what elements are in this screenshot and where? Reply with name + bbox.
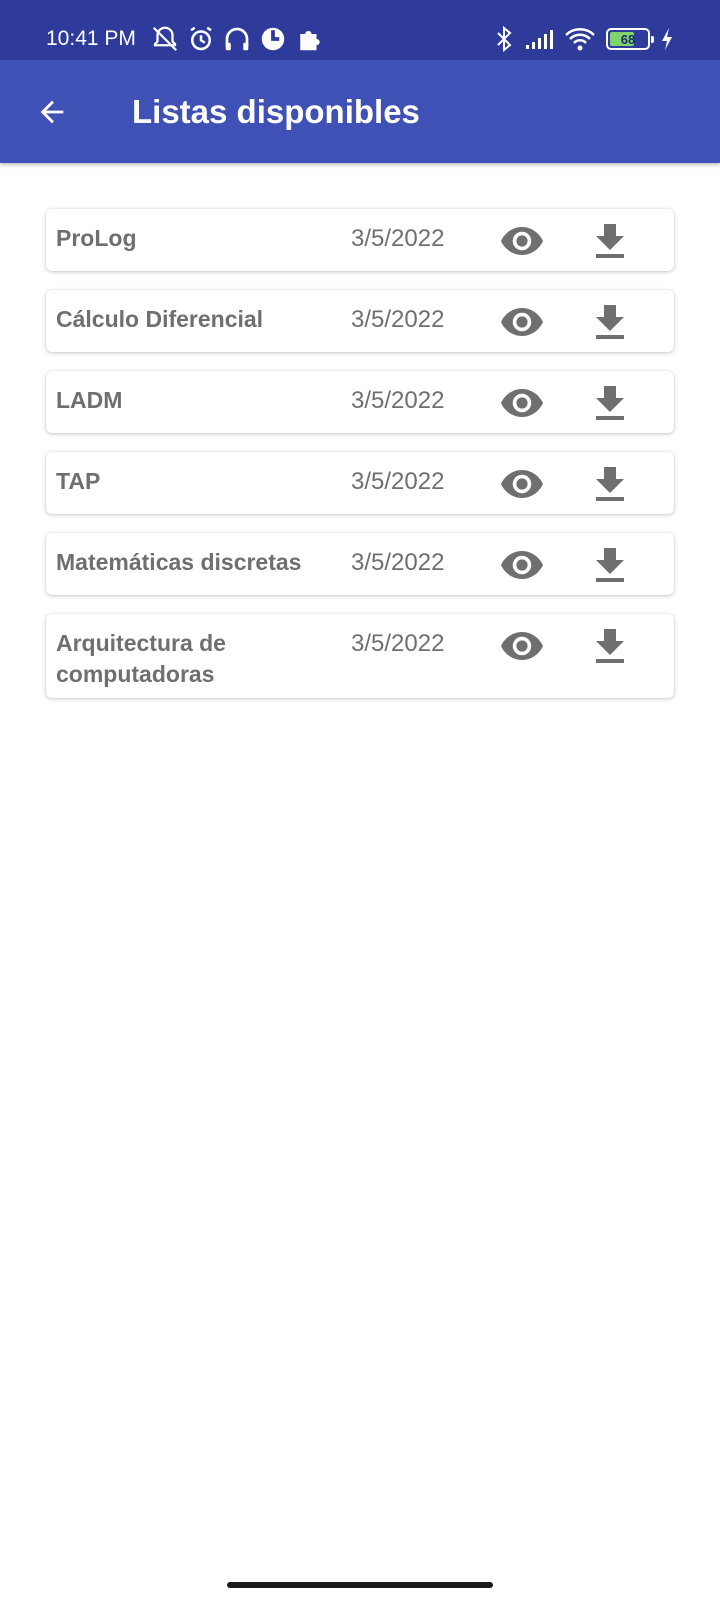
- battery-icon: 68: [606, 28, 654, 50]
- list-item[interactable]: ProLog 3/5/2022: [46, 209, 674, 271]
- download-icon: [596, 386, 624, 420]
- view-button[interactable]: [499, 302, 545, 342]
- list-item-name: TAP: [56, 468, 101, 494]
- lists-container: ProLog 3/5/2022 Cálculo Diferencial 3/5/202…: [46, 209, 674, 717]
- eye-icon: [501, 227, 543, 255]
- headphones-icon: [225, 27, 249, 51]
- app-bar: Listas disponibles: [0, 60, 720, 163]
- eye-icon: [501, 470, 543, 498]
- download-button[interactable]: [587, 381, 633, 425]
- app-icon: [261, 27, 285, 51]
- download-icon: [596, 548, 624, 582]
- eye-icon: [501, 632, 543, 660]
- download-button[interactable]: [587, 624, 633, 668]
- download-button[interactable]: [587, 462, 633, 506]
- signal-icon: [526, 30, 553, 49]
- list-item[interactable]: Cálculo Diferencial 3/5/2022: [46, 290, 674, 352]
- list-item-name: Cálculo Diferencial: [56, 306, 264, 332]
- list-item-date: 3/5/2022: [351, 468, 445, 495]
- list-item[interactable]: Matemáticas discretas 3/5/2022: [46, 533, 674, 595]
- bluetooth-icon: [497, 25, 512, 53]
- eye-icon: [501, 308, 543, 336]
- view-button[interactable]: [499, 383, 545, 423]
- eye-icon: [501, 551, 543, 579]
- page-title: Listas disponibles: [132, 93, 420, 130]
- list-item-date: 3/5/2022: [351, 387, 445, 414]
- view-button[interactable]: [499, 545, 545, 585]
- list-item-name: ProLog: [56, 225, 137, 251]
- view-button[interactable]: [499, 221, 545, 261]
- list-item[interactable]: TAP 3/5/2022: [46, 452, 674, 514]
- list-item-name: LADM: [56, 387, 123, 413]
- puzzle-icon: [300, 30, 320, 51]
- list-item-name: Matemáticas discretas: [56, 549, 302, 575]
- status-time: 10:41 PM: [46, 27, 136, 50]
- download-button[interactable]: [587, 219, 633, 263]
- view-button[interactable]: [499, 464, 545, 504]
- alarm-clock-icon: [190, 26, 212, 51]
- download-icon: [596, 305, 624, 339]
- wifi-icon: [565, 28, 595, 51]
- back-button[interactable]: [28, 88, 76, 136]
- download-icon: [596, 467, 624, 501]
- charging-icon: [662, 28, 672, 50]
- status-notification-icons: [150, 24, 324, 54]
- download-button[interactable]: [587, 543, 633, 587]
- list-item-date: 3/5/2022: [351, 549, 445, 576]
- home-indicator[interactable]: [227, 1582, 493, 1588]
- download-button[interactable]: [587, 300, 633, 344]
- download-icon: [596, 629, 624, 663]
- download-icon: [596, 224, 624, 258]
- list-item-name: Arquitectura de computadoras: [56, 630, 226, 687]
- eye-icon: [501, 389, 543, 417]
- battery-level: 68: [620, 31, 636, 47]
- status-system-icons: 68: [494, 24, 674, 54]
- list-item-date: 3/5/2022: [351, 225, 445, 252]
- list-item[interactable]: LADM 3/5/2022: [46, 371, 674, 433]
- view-button[interactable]: [499, 626, 545, 666]
- mute-alarm-icon: [152, 26, 178, 52]
- arrow-back-icon: [40, 100, 64, 124]
- list-item-date: 3/5/2022: [351, 630, 445, 657]
- list-item[interactable]: Arquitectura de computadoras 3/5/2022: [46, 614, 674, 698]
- status-bar: 10:41 PM 68: [0, 0, 720, 60]
- list-item-date: 3/5/2022: [351, 306, 445, 333]
